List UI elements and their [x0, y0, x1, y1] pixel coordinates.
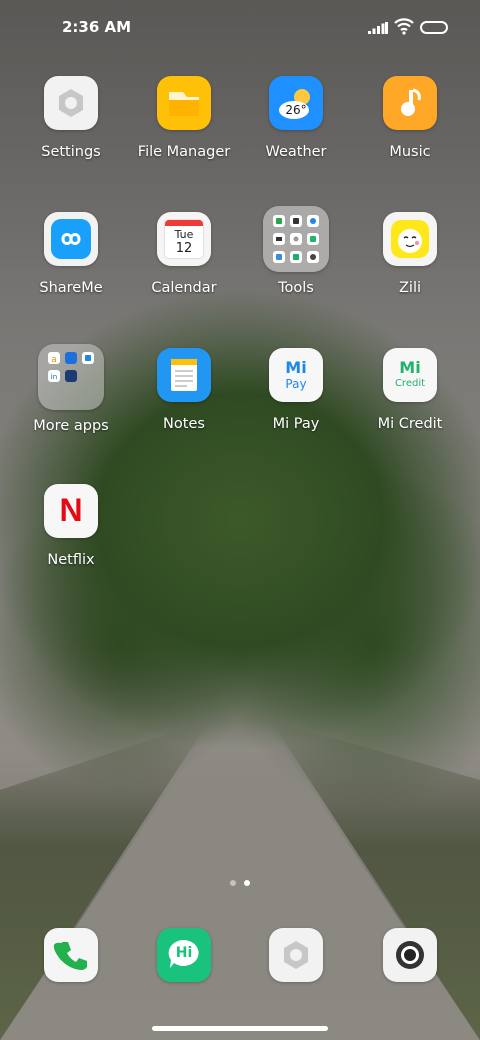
home-gesture-bar[interactable]: [152, 1026, 328, 1031]
app-folder-tools[interactable]: Tools: [241, 206, 351, 296]
app-label: Mi Pay: [272, 416, 320, 432]
camera-icon: [383, 928, 437, 982]
mi-pay-icon: Mi Pay: [269, 348, 323, 402]
app-label: ShareMe: [39, 280, 103, 296]
app-label: Calendar: [151, 280, 217, 296]
app-zili[interactable]: Zili: [355, 212, 465, 296]
dock-phone[interactable]: [16, 928, 126, 982]
dock-camera[interactable]: [355, 928, 465, 982]
app-label: File Manager: [137, 144, 231, 160]
folder-tools-icon: [263, 206, 329, 272]
folder-icon: [157, 76, 211, 130]
app-music[interactable]: Music: [355, 76, 465, 160]
page-dot-1[interactable]: [230, 880, 236, 886]
dock-browser[interactable]: [241, 928, 351, 982]
svg-text:in: in: [51, 373, 57, 381]
mi-credit-logo-bottom: Credit: [394, 378, 426, 389]
battery-icon: [420, 21, 448, 34]
mi-credit-icon: Mi Credit: [383, 348, 437, 402]
app-label: More apps: [33, 418, 109, 434]
messages-icon: Hi: [157, 928, 211, 982]
weather-temp: 26°: [285, 103, 307, 117]
app-label: Tools: [278, 280, 314, 296]
app-label: Zili: [398, 280, 422, 296]
zili-icon: [383, 212, 437, 266]
browser-icon: [269, 928, 323, 982]
app-shareme[interactable]: ShareMe: [16, 212, 126, 296]
app-label: Weather: [265, 144, 327, 160]
app-settings[interactable]: Settings: [16, 76, 126, 160]
netflix-logo: N: [59, 492, 83, 528]
messages-hi-text: Hi: [175, 945, 193, 961]
settings-icon: [44, 76, 98, 130]
page-indicator: [228, 878, 258, 888]
app-label: Music: [389, 144, 431, 160]
netflix-icon: N: [44, 484, 98, 538]
app-calendar[interactable]: Tue 12 Calendar: [129, 212, 239, 296]
phone-icon: [44, 928, 98, 982]
calendar-day: Tue: [174, 228, 194, 241]
app-label: Settings: [41, 144, 101, 160]
calendar-icon: Tue 12: [157, 212, 211, 266]
app-label: Mi Credit: [377, 416, 443, 432]
app-label: Notes: [163, 416, 205, 432]
app-mi-pay[interactable]: Mi Pay Mi Pay: [241, 348, 351, 432]
music-icon: [383, 76, 437, 130]
calendar-date: 12: [175, 241, 193, 256]
mi-credit-logo-top: Mi: [399, 358, 421, 377]
app-weather[interactable]: 26° Weather: [241, 76, 351, 160]
status-time: 2:36 AM: [62, 18, 132, 36]
app-folder-more-apps[interactable]: a in More apps: [16, 344, 126, 434]
status-bar: 2:36 AM: [0, 0, 480, 56]
shareme-icon: [44, 212, 98, 266]
page-dot-2-active[interactable]: [244, 880, 250, 886]
app-file-manager[interactable]: File Manager: [129, 76, 239, 160]
app-netflix[interactable]: N Netflix: [16, 484, 126, 568]
folder-more-apps-icon: a in: [38, 344, 104, 410]
signal-icon: [368, 22, 388, 34]
mi-pay-logo-top: Mi: [285, 358, 307, 377]
dock-messages[interactable]: Hi: [129, 928, 239, 982]
app-mi-credit[interactable]: Mi Credit Mi Credit: [355, 348, 465, 432]
svg-text:a: a: [51, 355, 57, 365]
mi-pay-logo-bottom: Pay: [285, 377, 307, 391]
weather-icon: 26°: [269, 76, 323, 130]
app-label: Netflix: [47, 552, 95, 568]
notes-icon: [157, 348, 211, 402]
wifi-icon: [394, 18, 414, 35]
app-notes[interactable]: Notes: [129, 348, 239, 432]
